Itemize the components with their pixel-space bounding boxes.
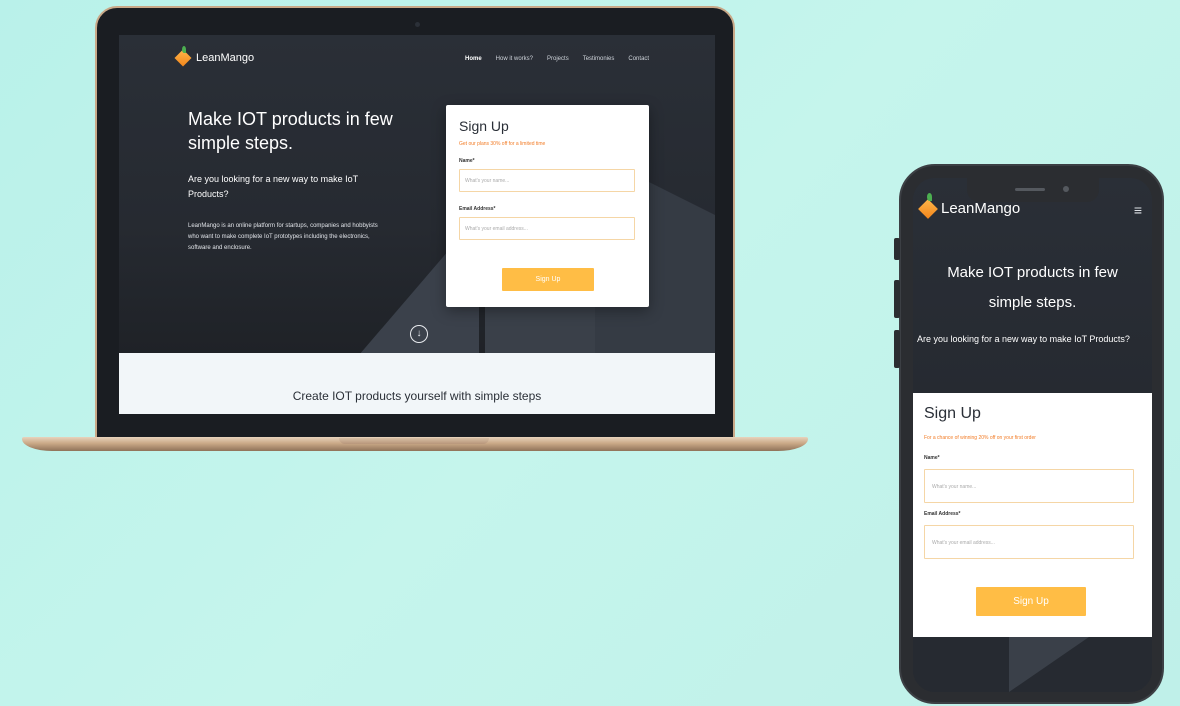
hero-title: Make IOT products in few simple steps.: [188, 109, 393, 153]
leaf-icon: [927, 193, 932, 201]
signup-title: Sign Up: [924, 405, 981, 422]
mobile-logo[interactable]: LeanMango: [918, 193, 1021, 219]
signup-title: Sign Up: [459, 118, 509, 134]
phone-notch: [967, 178, 1099, 202]
signup-subtitle: For a chance of winning 20% off on your …: [924, 435, 1036, 441]
signup-card: Sign Up Get our plans 30% off for a limi…: [446, 105, 649, 307]
hero-section: LeanMango Home How it works? Projects Te…: [119, 35, 715, 353]
nav-how-it-works[interactable]: How it works?: [496, 56, 533, 62]
hero-description: LeanMango is an online platform for star…: [188, 223, 378, 251]
email-input[interactable]: What's your email address...: [459, 217, 635, 240]
laptop-camera: [415, 22, 420, 27]
laptop-hinge-notch: [339, 438, 489, 444]
steps-section: Create IOT products yourself with simple…: [119, 353, 715, 414]
nav-testimonies[interactable]: Testimonies: [583, 56, 615, 62]
mobile-footer-area: [913, 637, 1152, 692]
signup-subtitle: Get our plans 30% off for a limited time: [459, 141, 546, 147]
mobile-hero-section: LeanMango ≡ Make IOT products in few sim…: [913, 178, 1152, 393]
logo-text: LeanMango: [196, 52, 255, 64]
top-nav: Home How it works? Projects Testimonies …: [465, 56, 649, 62]
logo[interactable]: LeanMango: [174, 46, 255, 67]
name-input[interactable]: What's your name...: [459, 169, 635, 192]
logo-text: LeanMango: [941, 200, 1021, 217]
phone-screen: LeanMango ≡ Make IOT products in few sim…: [913, 178, 1152, 692]
email-input[interactable]: What's your email address...: [924, 525, 1134, 559]
name-label: Name*: [459, 158, 475, 164]
phone-side-button: [894, 238, 900, 260]
mobile-hero-question: Are you looking for a new way to make Io…: [917, 334, 1130, 344]
phone-side-button: [894, 330, 900, 368]
phone-side-button: [894, 280, 900, 318]
section-title: Create IOT products yourself with simple…: [292, 389, 542, 403]
laptop-mockup: LeanMango Home How it works? Projects Te…: [95, 6, 735, 442]
decor-shape: [1009, 637, 1089, 692]
laptop-screen: LeanMango Home How it works? Projects Te…: [119, 35, 715, 414]
mobile-signup-card: Sign Up For a chance of winning 20% off …: [913, 393, 1152, 637]
hamburger-menu-icon[interactable]: ≡: [1134, 202, 1142, 218]
email-label: Email Address*: [924, 511, 961, 517]
name-label: Name*: [924, 455, 940, 461]
mango-logo-icon: [918, 198, 938, 219]
nav-contact[interactable]: Contact: [628, 56, 649, 62]
arrow-down-circle-icon[interactable]: ↓: [410, 325, 428, 343]
signup-button[interactable]: Sign Up: [976, 587, 1086, 616]
phone-mockup: LeanMango ≡ Make IOT products in few sim…: [894, 164, 1164, 704]
leaf-icon: [182, 46, 186, 53]
name-input[interactable]: What's your name...: [924, 469, 1134, 503]
signup-button[interactable]: Sign Up: [502, 268, 594, 291]
hero-question: Are you looking for a new way to make Io…: [188, 174, 358, 199]
nav-projects[interactable]: Projects: [547, 56, 569, 62]
nav-home[interactable]: Home: [465, 56, 482, 62]
email-label: Email Address*: [459, 206, 496, 212]
mobile-hero-title: Make IOT products in few simple steps.: [947, 264, 1118, 311]
speaker-icon: [1015, 188, 1045, 191]
camera-icon: [1063, 186, 1069, 192]
